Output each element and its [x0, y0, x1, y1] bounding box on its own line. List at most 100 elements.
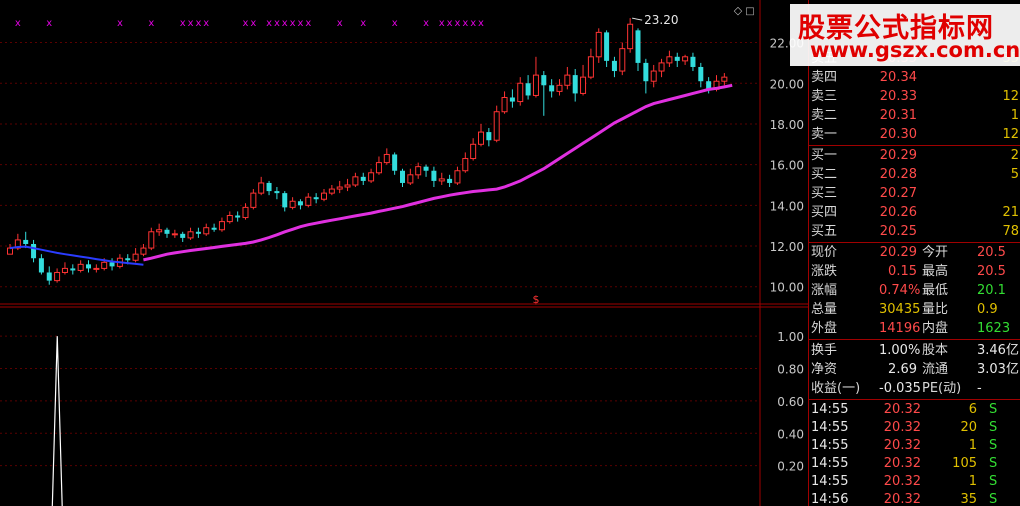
candle-body: [462, 158, 469, 172]
candle-body: [344, 184, 351, 188]
candle-body: [658, 62, 665, 72]
candle-body: [226, 215, 233, 223]
candle-body: [611, 60, 617, 72]
candle-body: [572, 75, 578, 94]
tick-side: S: [989, 438, 998, 453]
candle-body: [46, 272, 52, 281]
signal-marker: x: [203, 18, 209, 29]
y-tick-label: 18.00: [770, 118, 804, 132]
quote-label: 最低: [922, 283, 949, 298]
y-tick-label: 20.00: [770, 77, 804, 91]
candle-body: [493, 111, 500, 141]
sub-y-tick-label: 0.80: [777, 363, 804, 377]
fundamental-row: 换手 1.00% 股本 3.46亿: [809, 341, 1020, 360]
order-price: 20.34: [879, 70, 917, 85]
candle-body: [258, 182, 265, 194]
tick-price: 20.32: [883, 438, 921, 453]
candle-body: [242, 206, 249, 219]
y-tick-label: 14.00: [770, 199, 804, 213]
quote-row: 总量 30435 量比 0.9: [809, 300, 1020, 319]
quote-value: 1623: [977, 321, 1011, 336]
fundamental-label: 换手: [811, 343, 838, 358]
order-book-row: 卖二 20.31 1: [809, 106, 1020, 125]
fundamental-label: 流通: [922, 362, 949, 377]
candle-body: [532, 74, 539, 96]
candle-body: [595, 31, 602, 58]
signal-marker: x: [243, 18, 249, 29]
order-volume: 12: [1002, 127, 1019, 142]
tick-side: S: [989, 456, 998, 471]
signal-marker: x: [439, 18, 445, 29]
candle-body: [470, 143, 477, 160]
quote-panel: 卖五20.3535卖四20.34卖三20.3312卖二20.311卖一20.30…: [808, 0, 1020, 506]
tick-time: 14:55: [811, 456, 849, 471]
order-price: 20.30: [879, 127, 917, 142]
order-price: 20.26: [879, 205, 917, 220]
quote-label: 量比: [922, 302, 949, 317]
tick-time: 14:55: [811, 438, 849, 453]
high-price-label: 23.20: [644, 13, 678, 27]
candle-body: [509, 97, 515, 102]
candle-body: [54, 271, 61, 282]
tick-volume: 20: [960, 420, 977, 435]
candle-body: [7, 247, 13, 255]
order-label: 买四: [811, 205, 838, 220]
candle-body: [698, 66, 704, 82]
tick-row: 14:56 20.32 35 S: [809, 491, 1020, 506]
order-book-row: 卖一 20.30 12: [809, 125, 1020, 144]
quote-label: 总量: [811, 302, 838, 317]
diamond-icon: ◇: [734, 4, 743, 17]
tick-time: 14:55: [811, 420, 849, 435]
candle-body: [321, 192, 327, 200]
signal-marker: x: [180, 18, 186, 29]
order-book-row: 买四 20.26 21: [809, 203, 1020, 222]
chart-area[interactable]: 22.00 20.00 18.00 16.00 14.00 12.00 10.00 1.00 0…: [0, 0, 808, 506]
fundamental-label: 股本: [922, 343, 949, 358]
tick-price: 20.32: [883, 492, 921, 506]
candle-body: [156, 229, 163, 233]
order-price: 20.27: [879, 186, 917, 201]
candle-body: [218, 221, 225, 231]
order-label: 卖四: [811, 70, 838, 85]
order-book-row: 买一 20.29 2: [809, 146, 1020, 165]
square-icon: □: [745, 6, 754, 17]
order-volume: 21: [1002, 205, 1019, 220]
tick-volume: 105: [952, 456, 977, 471]
signal-marker: x: [15, 18, 21, 29]
y-tick-label: 12.00: [770, 240, 804, 254]
order-volume: 1: [1010, 108, 1019, 123]
order-volume: 12: [1002, 89, 1019, 104]
candle-body: [125, 258, 131, 261]
quote-label: 现价: [811, 245, 838, 260]
order-label: 买五: [811, 224, 838, 239]
tick-time: 14:56: [811, 492, 849, 506]
candle-body: [438, 178, 445, 182]
tick-volume: 35: [960, 492, 977, 506]
stock-chart[interactable]: 22.0020.0018.0016.0014.0012.0010.001.000…: [0, 0, 808, 506]
quote-row: 外盘 14196 内盘 1623: [809, 319, 1020, 338]
fundamental-label: 收益(一): [811, 381, 861, 396]
candle-body: [86, 264, 91, 269]
candle-body: [61, 267, 68, 273]
tick-price: 20.32: [883, 420, 921, 435]
candle-body: [195, 231, 201, 234]
candle-body: [164, 229, 170, 234]
watermark-url: www.gszx.com.cn: [810, 38, 1020, 62]
candle-body: [235, 215, 241, 218]
fundamental-value: -: [977, 381, 982, 396]
signal-marker: x: [188, 18, 194, 29]
order-label: 买一: [811, 148, 838, 163]
candle-body: [478, 131, 484, 145]
sub-y-tick-label: 0.40: [777, 427, 804, 441]
candle-body: [627, 23, 634, 50]
candle-body: [674, 56, 680, 61]
candle-body: [313, 197, 319, 200]
quote-value: 20.29: [879, 245, 917, 260]
quote-label: 内盘: [922, 321, 949, 336]
sub-y-tick-label: 0.20: [777, 460, 804, 474]
tick-row: 14:55 20.32 20 S: [809, 419, 1020, 437]
y-tick-label: 10.00: [770, 281, 804, 295]
candle-body: [383, 153, 390, 164]
candle-body: [250, 192, 257, 208]
quote-value: 30435: [879, 302, 921, 317]
